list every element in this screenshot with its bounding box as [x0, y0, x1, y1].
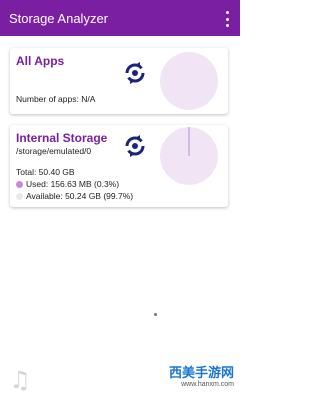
watermark-url: www.hanxm.com	[181, 381, 234, 388]
available-legend-dot	[16, 193, 23, 200]
apps-count-label: Number of apps: N/A	[16, 94, 96, 104]
storage-pie-chart	[160, 127, 218, 185]
storage-path: /storage/emulated/0	[16, 146, 92, 156]
total-storage: Total: 50.40 GB	[16, 167, 75, 177]
refresh-icon[interactable]	[120, 131, 150, 161]
refresh-icon[interactable]	[120, 58, 150, 88]
all-apps-card[interactable]: All Apps Number of apps: N/A	[10, 48, 228, 114]
app-bar: Storage Analyzer	[0, 0, 240, 36]
used-legend-dot	[16, 181, 23, 188]
internal-storage-title: Internal Storage	[16, 131, 108, 145]
watermark-brand: 西美手游网	[168, 366, 234, 381]
available-storage: Available: 50.24 GB (99.7%)	[26, 191, 134, 201]
all-apps-title: All Apps	[16, 54, 65, 68]
app-title: Storage Analyzer	[9, 10, 109, 26]
overflow-menu-icon[interactable]	[224, 11, 230, 27]
scroll-indicator	[154, 313, 157, 316]
available-storage-row: Available: 50.24 GB (99.7%)	[16, 191, 133, 201]
watermark-logo-icon: ♫	[9, 366, 31, 394]
used-storage-row: Used: 156.63 MB (0.3%)	[16, 179, 119, 189]
apps-pie-chart	[160, 52, 218, 110]
used-storage: Used: 156.63 MB (0.3%)	[26, 179, 120, 189]
watermark: 西美手游网 www.hanxm.com	[169, 362, 234, 388]
internal-storage-card[interactable]: Internal Storage /storage/emulated/0 Tot…	[10, 125, 228, 207]
